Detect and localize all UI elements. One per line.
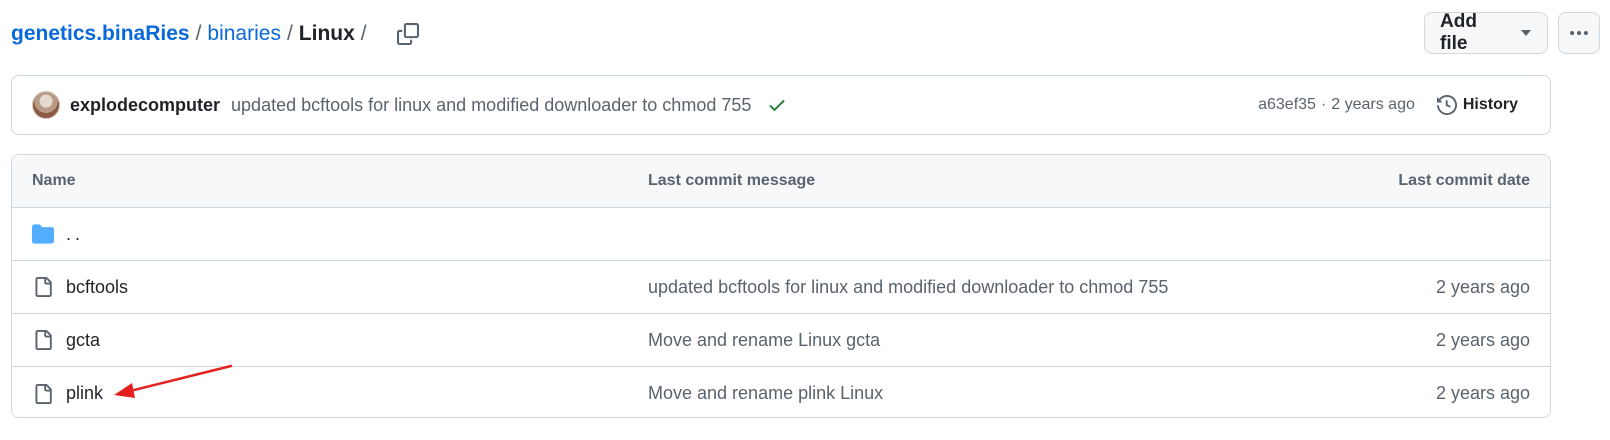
history-label: History xyxy=(1462,96,1518,113)
file-table: Name Last commit message Last commit dat… xyxy=(11,154,1551,418)
commit-meta: a63ef35 · 2 years ago History xyxy=(1258,89,1530,121)
row-commit-message[interactable]: updated bcftools for linux and modified … xyxy=(648,277,1168,297)
file-icon xyxy=(32,329,54,351)
copy-icon xyxy=(396,23,419,45)
folder-icon xyxy=(32,223,54,245)
check-icon[interactable] xyxy=(767,95,787,115)
commit-message[interactable]: updated bcftools for linux and modified … xyxy=(231,95,751,116)
breadcrumb-current: Linux xyxy=(298,22,355,45)
file-icon xyxy=(32,383,54,405)
parent-directory-link[interactable]: .. xyxy=(66,224,84,245)
commit-sha[interactable]: a63ef35 xyxy=(1258,96,1316,114)
row-commit-date: 2 years ago xyxy=(1435,383,1530,403)
more-options-button[interactable] xyxy=(1558,12,1600,54)
chevron-down-icon xyxy=(1521,30,1531,36)
breadcrumb-separator: / xyxy=(286,22,293,45)
breadcrumb-separator: / xyxy=(195,22,202,45)
breadcrumb: genetics.binaRies / binaries / Linux / xyxy=(11,17,425,51)
history-button[interactable]: History xyxy=(1435,89,1530,121)
table-row: bcftools updated bcftools for linux and … xyxy=(12,261,1550,314)
commit-time: 2 years ago xyxy=(1331,96,1415,113)
header-name: Name xyxy=(32,172,76,189)
page-header: genetics.binaRies / binaries / Linux / A… xyxy=(11,11,1600,56)
row-commit-message[interactable]: Move and rename plink Linux xyxy=(648,383,883,403)
avatar[interactable] xyxy=(32,91,60,119)
header-message: Last commit message xyxy=(648,172,816,189)
file-icon xyxy=(32,276,54,298)
history-icon xyxy=(1436,95,1457,115)
file-name-link[interactable]: bcftools xyxy=(66,277,128,298)
row-commit-date: 2 years ago xyxy=(1435,329,1530,350)
commit-author[interactable]: explodecomputer xyxy=(70,95,220,116)
add-file-button[interactable]: Add file xyxy=(1424,11,1548,54)
file-name-link[interactable]: gcta xyxy=(66,330,100,351)
row-commit-date: 2 years ago xyxy=(1435,276,1530,297)
table-row: gcta Move and rename Linux gcta 2 years … xyxy=(12,314,1550,367)
copy-path-button[interactable] xyxy=(391,17,425,51)
meta-separator: · xyxy=(1320,96,1327,113)
kebab-horizontal-icon xyxy=(1570,30,1588,36)
header-actions: Add file xyxy=(1424,11,1600,54)
table-row: plink Move and rename plink Linux 2 year… xyxy=(12,367,1550,417)
table-header: Name Last commit message Last commit dat… xyxy=(12,155,1550,208)
latest-commit-bar: explodecomputer updated bcftools for lin… xyxy=(11,75,1551,135)
row-commit-message[interactable]: Move and rename Linux gcta xyxy=(648,330,880,350)
breadcrumb-separator: / xyxy=(360,22,367,45)
breadcrumb-folder-link[interactable]: binaries xyxy=(207,22,281,46)
header-date: Last commit date xyxy=(1398,172,1530,189)
breadcrumb-repo-link[interactable]: genetics.binaRies xyxy=(11,22,190,46)
file-name-link[interactable]: plink xyxy=(66,383,103,404)
add-file-label: Add file xyxy=(1440,11,1477,54)
parent-directory-row[interactable]: .. xyxy=(12,208,1550,261)
